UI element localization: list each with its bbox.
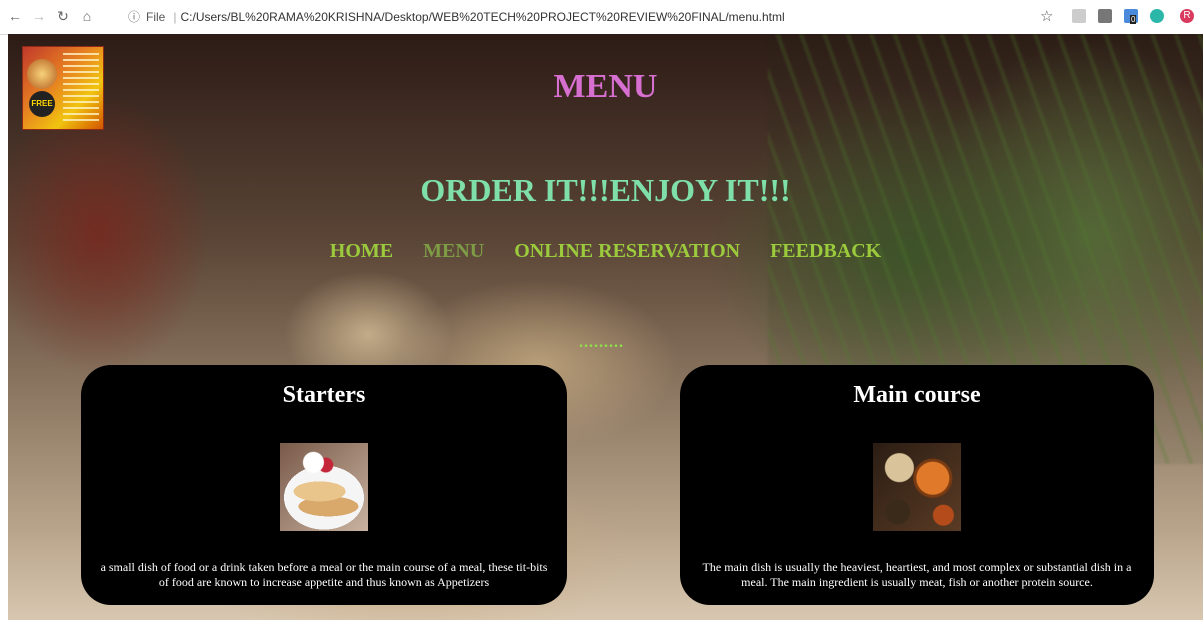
nav-menu-link[interactable]: MENU: [423, 240, 484, 263]
main-course-image[interactable]: [873, 443, 961, 531]
home-icon[interactable]: ⌂: [80, 8, 94, 24]
nav-feedback-link[interactable]: FEEDBACK: [770, 240, 881, 263]
decorative-dots: .........: [579, 334, 624, 351]
nav-reservation-link[interactable]: ONLINE RESERVATION: [514, 240, 740, 263]
main-course-card[interactable]: Main course The main dish is usually the…: [680, 365, 1154, 605]
extension-icon[interactable]: 0: [1124, 9, 1138, 24]
page-title: MENU: [553, 68, 658, 105]
starters-image[interactable]: [280, 443, 368, 531]
page-body: FREE MENU ORDER IT!!!ENJOY IT!!! HOME ME…: [8, 34, 1203, 620]
main-nav: HOME MENU ONLINE RESERVATION FEEDBACK: [8, 240, 1203, 263]
back-icon[interactable]: ←: [8, 8, 22, 24]
forward-icon[interactable]: →: [32, 8, 46, 24]
extension-icon[interactable]: [1150, 9, 1164, 23]
starters-title: Starters: [282, 382, 366, 408]
browser-toolbar: ← → ↻ ⌂ ⓘ File | C:/Users/BL%20RAMA%20KRISH…: [0, 0, 1203, 35]
main-course-title: Main course: [853, 382, 981, 408]
nav-home-link[interactable]: HOME: [330, 240, 393, 263]
extension-icon[interactable]: [1072, 9, 1086, 23]
file-label: File: [146, 10, 166, 24]
main-course-description: The main dish is usually the heaviest, h…: [702, 560, 1132, 589]
tagline: ORDER IT!!!ENJOY IT!!!: [420, 172, 791, 208]
separator: |: [173, 10, 177, 24]
address-bar[interactable]: ⓘ File | C:/Users/BL%20RAMA%20KRISHNA/Deskt…: [128, 6, 1028, 28]
reload-icon[interactable]: ↻: [56, 8, 70, 24]
bookmark-star-icon[interactable]: ☆: [1040, 7, 1053, 25]
profile-avatar[interactable]: R: [1180, 9, 1194, 23]
extension-badge: 0: [1130, 15, 1137, 24]
starters-description: a small dish of food or a drink taken be…: [100, 560, 548, 589]
url-text: C:/Users/BL%20RAMA%20KRISHNA/Desktop/WEB…: [180, 10, 785, 24]
info-icon[interactable]: ⓘ: [128, 10, 140, 24]
starters-card[interactable]: Starters a small dish of food or a drink…: [81, 365, 567, 605]
extension-icon[interactable]: [1098, 9, 1112, 23]
